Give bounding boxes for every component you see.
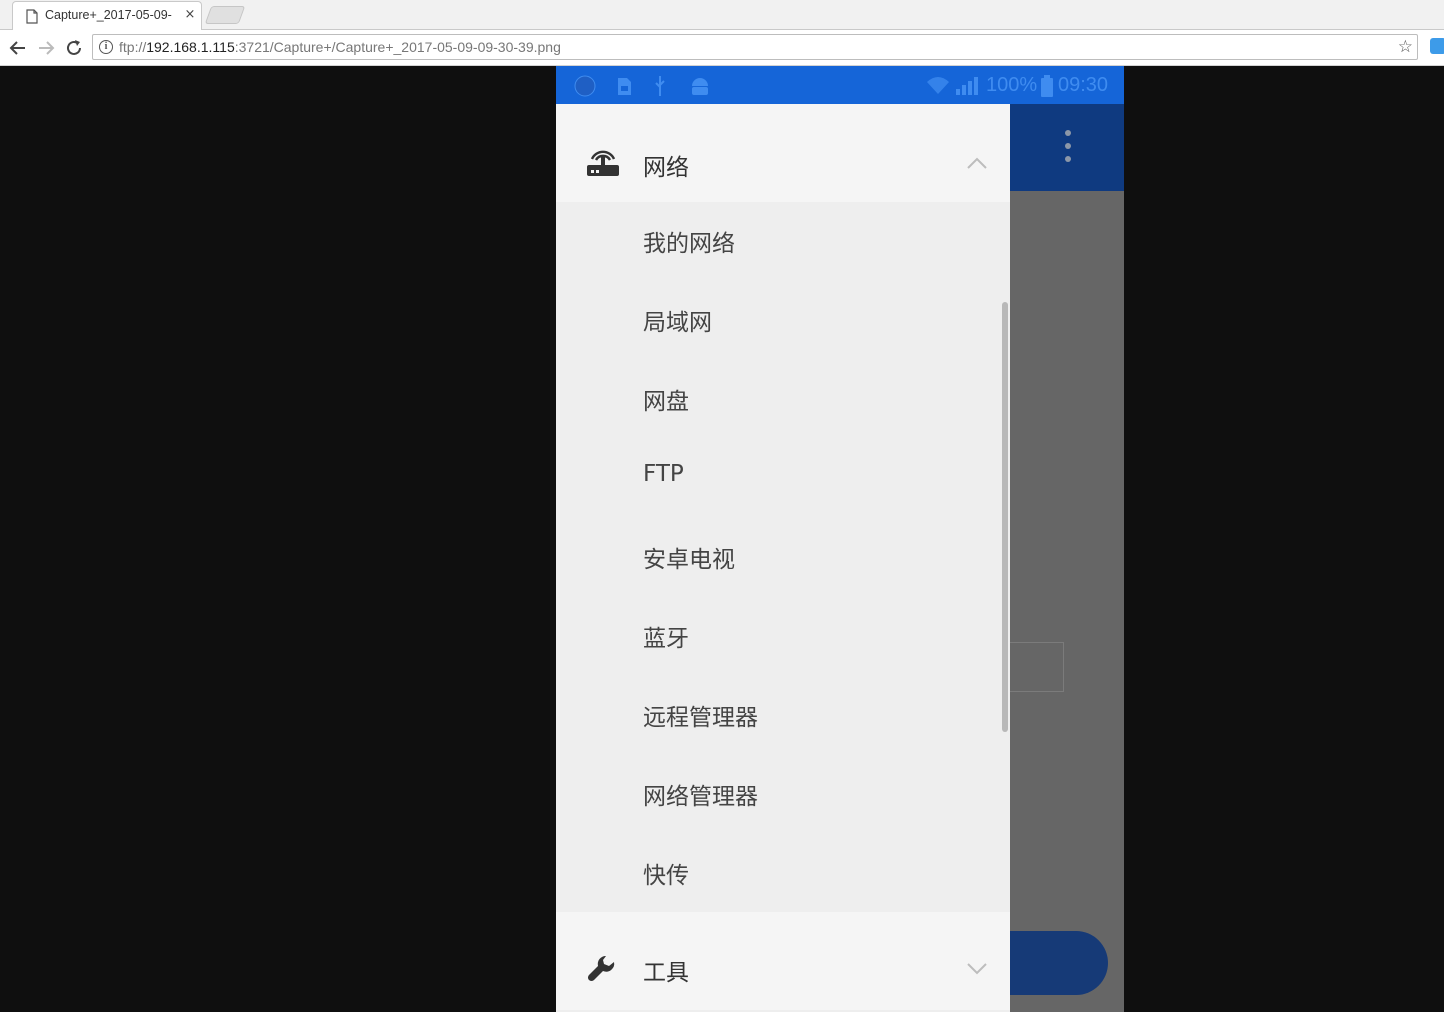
tools-group-label: 工具 [643, 960, 689, 986]
status-time: 09:30 [1058, 74, 1109, 96]
tab-title: Capture+_2017-05-09- [45, 8, 172, 22]
drawer-item-remote-manager[interactable]: 远程管理器 [556, 676, 1010, 755]
drawer-item-label: 安卓电视 [643, 547, 735, 573]
drawer-item-label: 局域网 [643, 310, 712, 336]
new-tab-button[interactable] [204, 6, 246, 24]
tools-group-header[interactable]: 工具 [556, 912, 1010, 1010]
back-arrow-icon[interactable] [7, 37, 29, 59]
tab-close-icon[interactable]: × [183, 7, 197, 23]
drawer-item-android-tv[interactable]: 安卓电视 [556, 518, 1010, 597]
app-notification-icon [574, 75, 596, 97]
forward-arrow-icon[interactable] [35, 37, 57, 59]
page-icon [26, 9, 38, 24]
status-bar: 100% 09:30 [556, 66, 1124, 104]
drawer-scrollbar[interactable] [1002, 302, 1008, 732]
extension-icon[interactable] [1430, 38, 1444, 54]
android-debug-icon [692, 78, 708, 95]
bookmark-star-icon[interactable]: ☆ [1398, 36, 1413, 58]
drawer-item-quick-send[interactable]: 快传 [556, 834, 1010, 913]
drawer-item-cloud-drive[interactable]: 网盘 [556, 360, 1010, 439]
wifi-icon [927, 77, 949, 94]
drawer-item-label: 远程管理器 [643, 705, 758, 731]
drawer-item-label: 我的网络 [643, 231, 735, 257]
battery-icon [1041, 75, 1053, 97]
chevron-up-icon[interactable] [966, 156, 988, 170]
sd-card-icon [618, 78, 631, 95]
browser-tabstrip: Capture+_2017-05-09- × [0, 0, 1444, 31]
usb-icon [655, 76, 665, 96]
router-icon [587, 150, 619, 176]
wrench-icon [587, 955, 615, 982]
reload-icon[interactable] [63, 37, 85, 59]
navigation-drawer: 网络 我的网络 局域网 网盘 FTP 安卓电视 蓝牙 远程管理器 网络管理器 快… [556, 104, 1010, 1012]
browser-tab[interactable]: Capture+_2017-05-09- × [12, 1, 202, 31]
info-icon[interactable]: i [99, 40, 113, 54]
drawer-item-network-manager[interactable]: 网络管理器 [556, 755, 1010, 834]
drawer-item-lan[interactable]: 局域网 [556, 281, 1010, 360]
phone-screenshot: 100% 09:30 网络 我的网络 局域网 网盘 FTP 安卓电视 蓝牙 远程… [556, 66, 1124, 1012]
drawer-item-ftp[interactable]: FTP [556, 439, 1010, 518]
network-group-header[interactable]: 网络 [556, 104, 1010, 202]
drawer-item-label: 蓝牙 [643, 626, 689, 652]
more-vert-icon[interactable] [1065, 130, 1075, 166]
cell-signal-icon [956, 77, 978, 95]
drawer-item-label: 网络管理器 [643, 784, 758, 810]
chevron-down-icon[interactable] [966, 962, 988, 976]
drawer-item-my-network[interactable]: 我的网络 [556, 202, 1010, 281]
drawer-item-label: FTP [643, 461, 684, 487]
network-group-label: 网络 [643, 155, 689, 181]
drawer-item-bluetooth[interactable]: 蓝牙 [556, 597, 1010, 676]
app-bar [1010, 104, 1124, 191]
battery-percent: 100% [986, 74, 1038, 96]
address-bar[interactable]: i ftp://192.168.1.115:3721/Capture+/Capt… [92, 34, 1418, 60]
drawer-item-label: 快传 [643, 863, 689, 889]
drawer-item-label: 网盘 [643, 389, 689, 415]
browser-toolbar: i ftp://192.168.1.115:3721/Capture+/Capt… [0, 30, 1444, 66]
background-panel [1010, 642, 1064, 692]
url-text: ftp://192.168.1.115:3721/Capture+/Captur… [119, 39, 561, 55]
